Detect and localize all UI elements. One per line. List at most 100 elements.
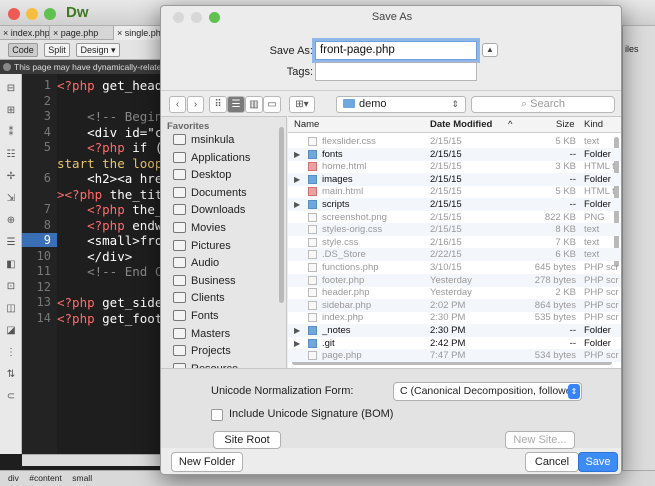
file-size: 278 bytes [534, 274, 576, 286]
folder-row[interactable]: ▶ .git 2:42 PM -- Folder [288, 337, 621, 350]
file-name: _notes [322, 325, 351, 336]
file-row[interactable]: screenshot.png 2/15/15 822 KB PNG [288, 211, 621, 224]
sidebar-item-documents[interactable]: Documents [173, 184, 247, 202]
column-size[interactable]: Size [556, 119, 574, 130]
file-row[interactable]: sidebar.php 2:02 PM 864 bytes PHP scr [288, 298, 621, 312]
filename-input[interactable]: front-page.php [315, 41, 477, 60]
folder-icon [173, 222, 186, 233]
column-name[interactable]: Name [294, 119, 319, 130]
file-row[interactable]: header.php Yesterday 2 KB PHP scr [288, 286, 621, 299]
folder-row[interactable]: ▶ images 2/15/15 -- Folder [288, 172, 621, 186]
cancel-button[interactable]: Cancel [525, 452, 579, 472]
coding-tool-icon[interactable]: ◪ [5, 326, 17, 336]
site-root-button[interactable]: Site Root [213, 431, 281, 449]
expand-dialog-button[interactable]: ▲ [482, 43, 498, 57]
sidebar-item-desktop[interactable]: Desktop [173, 166, 231, 184]
folder-row[interactable]: ▶ fonts 2/15/15 -- Folder [288, 147, 621, 161]
sidebar-item-fonts[interactable]: Fonts [173, 307, 219, 325]
coding-tool-icon[interactable]: ⊂ [5, 392, 17, 402]
file-kind: text [584, 224, 600, 236]
sidebar-item-audio[interactable]: Audio [173, 254, 219, 272]
file-row[interactable]: functions.php 3/10/15 645 bytes PHP scr [288, 261, 621, 274]
column-kind[interactable]: Kind [584, 119, 603, 130]
disclosure-triangle-icon[interactable]: ▶ [294, 198, 300, 211]
coding-tool-icon[interactable]: ⁑ [5, 128, 17, 138]
file-date: 2/15/15 [430, 199, 462, 210]
coding-tool-icon[interactable]: ⋮ [5, 348, 17, 358]
tag-small[interactable]: small [72, 473, 92, 483]
new-site-button[interactable]: New Site... [505, 431, 575, 449]
coding-tool-icon[interactable]: ◫ [5, 304, 17, 314]
file-row[interactable]: home.html 2/15/15 3 KB HTML t [288, 160, 621, 173]
coding-tool-icon[interactable]: ⊞ [5, 106, 17, 116]
split-view-button[interactable]: Split [44, 43, 70, 57]
tab-single[interactable]: × single.php [114, 26, 164, 40]
save-button[interactable]: Save [578, 452, 618, 472]
coding-tool-icon[interactable]: ⊕ [5, 216, 17, 226]
file-row[interactable]: style.css 2/16/15 7 KB text [288, 236, 621, 249]
tag-content[interactable]: #content [29, 473, 62, 483]
forward-button[interactable]: › [187, 96, 204, 113]
coding-tool-icon[interactable]: ☰ [5, 238, 17, 248]
arrange-menu-icon[interactable]: ⊞▾ [289, 96, 315, 113]
disclosure-triangle-icon[interactable]: ▶ [294, 173, 300, 186]
sidebar-item-resource[interactable]: Resource [173, 360, 238, 368]
tab-index[interactable]: × index.php [0, 26, 50, 40]
sidebar-item-business[interactable]: Business [173, 272, 236, 290]
file-row[interactable]: .DS_Store 2/22/15 6 KB text [288, 248, 621, 262]
file-row[interactable]: flexslider.css 2/15/15 5 KB text [288, 135, 621, 148]
code-view-button[interactable]: Code [8, 43, 38, 57]
sidebar-item-msinkula[interactable]: msinkula [173, 131, 234, 149]
file-row[interactable]: styles-orig.css 2/15/15 8 KB text [288, 223, 621, 237]
search-input[interactable]: ⌕ Search [471, 96, 615, 113]
file-row[interactable]: footer.php Yesterday 278 bytes PHP scr [288, 273, 621, 287]
file-row[interactable]: index.php 2:30 PM 535 bytes PHP scr [288, 311, 621, 324]
sidebar-scrollbar[interactable] [279, 127, 284, 303]
tab-page[interactable]: × page.php [50, 26, 114, 40]
sidebar-item-movies[interactable]: Movies [173, 219, 226, 237]
sidebar-item-clients[interactable]: Clients [173, 289, 225, 307]
zoom-icon[interactable] [44, 8, 56, 20]
sidebar-item-pictures[interactable]: Pictures [173, 237, 231, 255]
sidebar-item-applications[interactable]: Applications [173, 149, 250, 167]
sidebar-item-projects[interactable]: Projects [173, 342, 231, 360]
folder-row[interactable]: ▶ scripts 2/15/15 -- Folder [288, 198, 621, 211]
bom-checkbox[interactable] [211, 409, 223, 421]
tags-input[interactable] [315, 62, 477, 81]
coding-tool-icon[interactable]: ☷ [5, 150, 17, 160]
coding-tool-icon[interactable]: ⇲ [5, 194, 17, 204]
coding-tool-icon[interactable]: ✢ [5, 172, 17, 182]
file-row[interactable]: page.php 7:47 PM 534 bytes PHP scr [288, 349, 621, 363]
icon-view-icon[interactable]: ⠿ [209, 96, 227, 113]
sidebar-item-masters[interactable]: Masters [173, 325, 230, 343]
coding-tool-icon[interactable]: ⊡ [5, 282, 17, 292]
file-icon [308, 288, 317, 298]
dialog-zoom-icon[interactable] [209, 12, 220, 23]
coding-tool-icon[interactable]: ⊟ [5, 84, 17, 94]
sidebar-item-downloads[interactable]: Downloads [173, 201, 245, 219]
disclosure-triangle-icon[interactable]: ▶ [294, 324, 300, 337]
new-folder-button[interactable]: New Folder [171, 452, 243, 472]
column-date-modified[interactable]: Date Modified [430, 119, 492, 130]
column-view-icon[interactable]: ▥ [245, 96, 263, 113]
file-name: .DS_Store [322, 249, 366, 261]
folder-path-popup[interactable]: demo ⇕ [336, 96, 466, 113]
tag-div[interactable]: div [8, 473, 19, 483]
file-kind: PHP scr [584, 262, 619, 273]
coding-tool-icon[interactable]: ◧ [5, 260, 17, 270]
file-kind: text [584, 236, 600, 248]
folder-row[interactable]: ▶ _notes 2:30 PM -- Folder [288, 324, 621, 337]
close-icon[interactable] [8, 8, 20, 20]
disclosure-triangle-icon[interactable]: ▶ [294, 337, 300, 350]
file-row[interactable]: main.html 2/15/15 5 KB HTML t [288, 185, 621, 198]
minimize-icon[interactable] [26, 8, 38, 20]
back-button[interactable]: ‹ [169, 96, 186, 113]
coverflow-view-icon[interactable]: ▭ [263, 96, 281, 113]
unicode-normalization-select[interactable]: C (Canonical Decomposition, followed by … [393, 382, 582, 401]
disclosure-triangle-icon[interactable]: ▶ [294, 148, 300, 161]
design-view-button[interactable]: Design ▾ [76, 43, 120, 57]
code-horizontal-scrollbar[interactable] [22, 454, 167, 466]
code-editor[interactable]: <?php get_heade <!-- Begin <div id="co <… [57, 74, 167, 454]
coding-tool-icon[interactable]: ⇅ [5, 370, 17, 380]
list-view-icon[interactable]: ☰ [227, 96, 245, 113]
